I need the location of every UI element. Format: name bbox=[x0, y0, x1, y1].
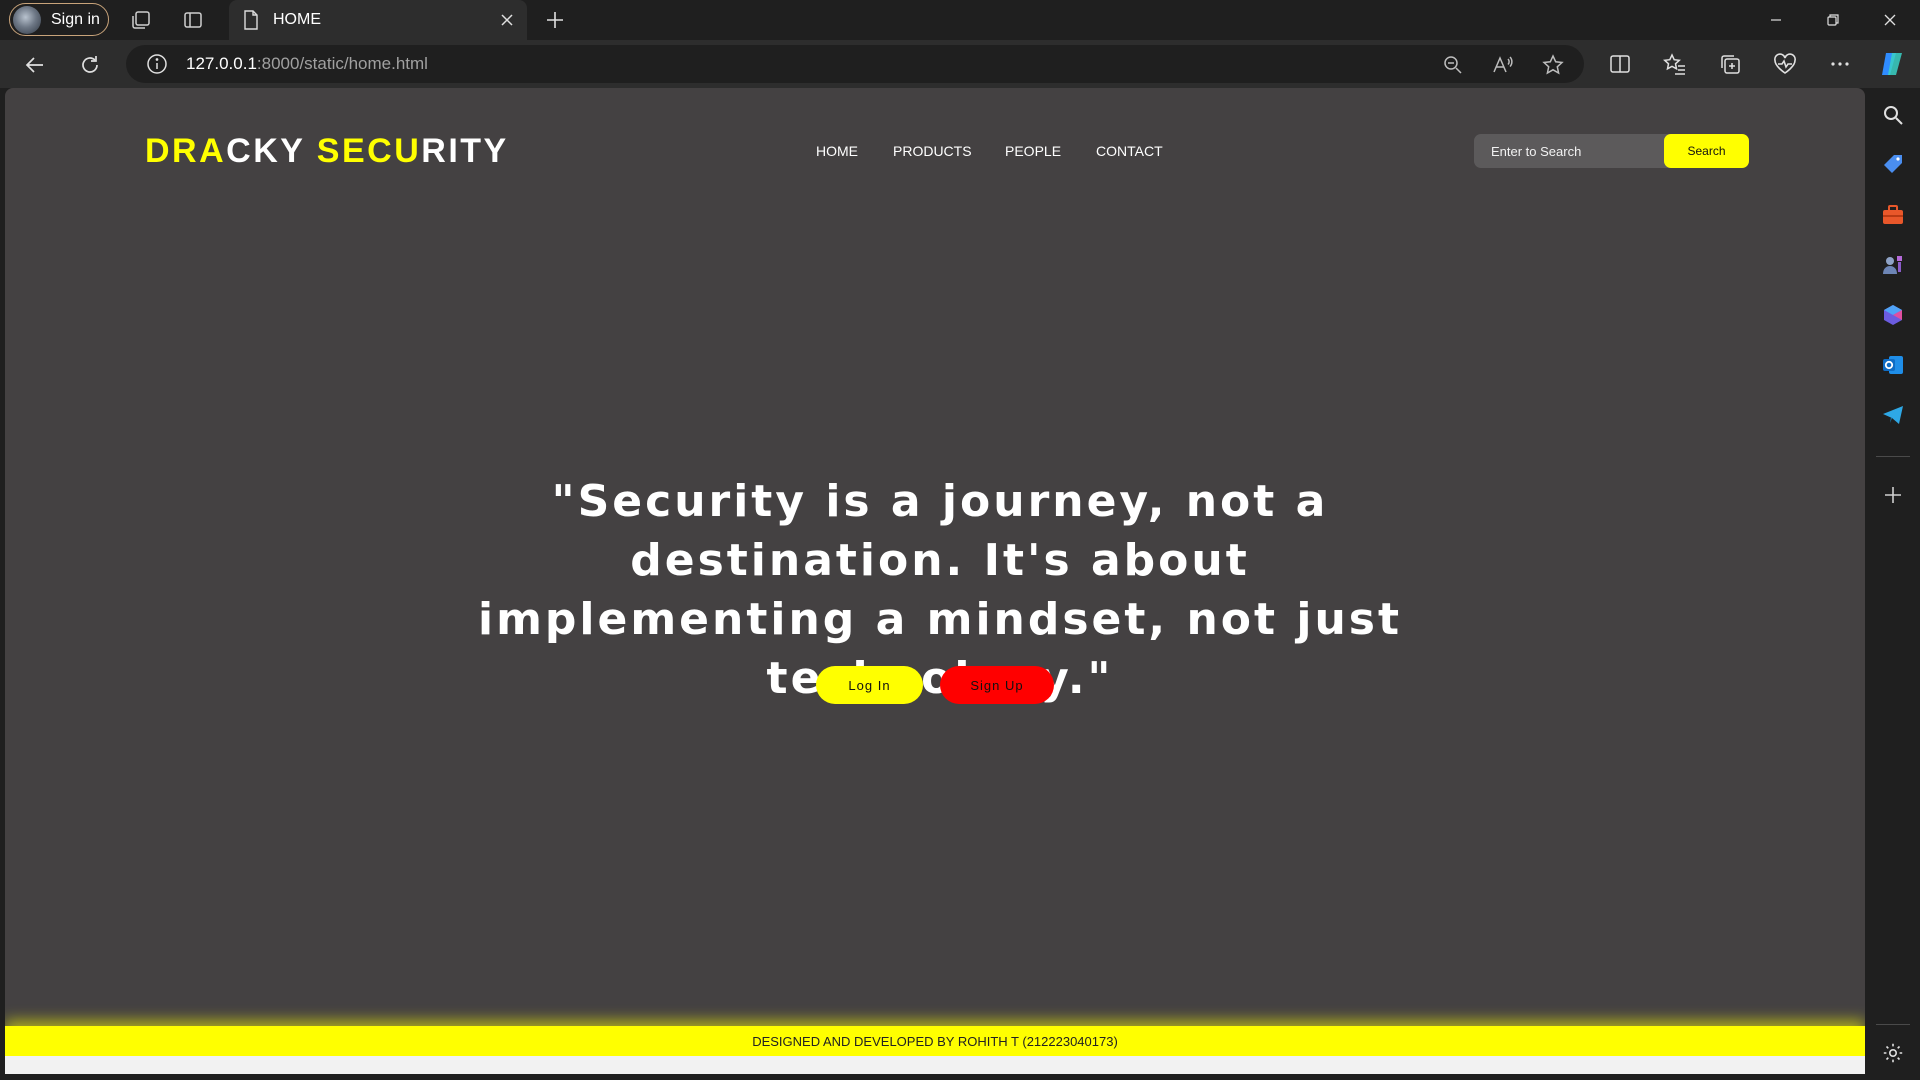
split-screen-icon[interactable] bbox=[1605, 49, 1635, 79]
favorite-star-icon[interactable] bbox=[1540, 52, 1566, 78]
read-aloud-icon[interactable] bbox=[1490, 52, 1516, 78]
site-info-icon[interactable] bbox=[146, 53, 168, 75]
new-tab-icon[interactable] bbox=[543, 8, 567, 32]
logo-part-3: SECU bbox=[316, 132, 422, 170]
outlook-icon[interactable] bbox=[1880, 352, 1906, 378]
search-box: Search bbox=[1474, 134, 1749, 168]
workspaces-icon[interactable] bbox=[129, 8, 153, 32]
web-page: DRACKY SECURITY HOME PRODUCTS PEOPLE CON… bbox=[5, 88, 1865, 1074]
site-logo[interactable]: DRACKY SECURITY bbox=[145, 132, 509, 171]
logo-part-2: CKY bbox=[226, 132, 317, 170]
sidebar-search-icon[interactable] bbox=[1880, 102, 1906, 128]
nav-contact[interactable]: CONTACT bbox=[1096, 143, 1163, 159]
sidebar-divider bbox=[1876, 456, 1910, 457]
collections-icon[interactable] bbox=[1715, 49, 1745, 79]
tab-home[interactable]: HOME bbox=[229, 0, 527, 40]
hero-quote: "Security is a journey, not a destinatio… bbox=[477, 476, 1402, 704]
url-text: 127.0.0.1:8000/static/home.html bbox=[186, 54, 428, 74]
browser-essentials-icon[interactable] bbox=[1770, 49, 1800, 79]
favorites-icon[interactable] bbox=[1660, 49, 1690, 79]
restore-icon[interactable] bbox=[1805, 0, 1861, 40]
nav-people[interactable]: PEOPLE bbox=[1005, 143, 1061, 159]
microsoft-365-icon[interactable] bbox=[1880, 302, 1906, 328]
shopping-tag-icon[interactable] bbox=[1880, 152, 1906, 178]
tab-actions-icon[interactable] bbox=[181, 8, 205, 32]
edge-sidebar bbox=[1866, 88, 1920, 1080]
send-telegram-icon[interactable] bbox=[1880, 402, 1906, 428]
zoom-out-icon[interactable] bbox=[1440, 52, 1466, 78]
refresh-icon[interactable] bbox=[75, 50, 105, 80]
browser-tab-bar: Sign in HOME bbox=[0, 0, 1920, 40]
search-button[interactable]: Search bbox=[1664, 134, 1749, 168]
url-host: 127.0.0.1 bbox=[186, 54, 257, 73]
page-bottom-strip bbox=[5, 1056, 1865, 1074]
address-bar[interactable]: 127.0.0.1:8000/static/home.html bbox=[126, 45, 1584, 83]
page-icon bbox=[244, 10, 258, 30]
signup-button[interactable]: Sign Up bbox=[940, 666, 1054, 704]
tools-briefcase-icon[interactable] bbox=[1880, 202, 1906, 228]
close-window-icon[interactable] bbox=[1862, 0, 1918, 40]
logo-part-4: RITY bbox=[421, 132, 509, 170]
profile-avatar bbox=[13, 5, 41, 34]
sidebar-divider-bottom bbox=[1876, 1024, 1910, 1025]
add-sidebar-app-icon[interactable] bbox=[1880, 482, 1906, 508]
more-options-icon[interactable] bbox=[1825, 49, 1855, 79]
tab-title: HOME bbox=[273, 11, 321, 28]
profile-label: Sign in bbox=[51, 10, 100, 28]
search-input[interactable] bbox=[1474, 134, 1664, 168]
footer-credit: DESIGNED AND DEVELOPED BY ROHITH T (2122… bbox=[752, 1033, 1118, 1049]
browser-toolbar: 127.0.0.1:8000/static/home.html bbox=[0, 40, 1920, 88]
logo-part-1: DRA bbox=[145, 132, 227, 170]
sidebar-settings-gear-icon[interactable] bbox=[1880, 1040, 1906, 1066]
copilot-icon[interactable] bbox=[1878, 49, 1908, 79]
close-tab-icon[interactable] bbox=[495, 8, 519, 32]
minimize-icon[interactable] bbox=[1748, 0, 1804, 40]
login-button[interactable]: Log In bbox=[816, 666, 923, 704]
nav-home[interactable]: HOME bbox=[816, 143, 858, 159]
back-icon[interactable] bbox=[20, 50, 50, 80]
url-path: :8000/static/home.html bbox=[256, 54, 428, 73]
profile-button[interactable]: Sign in bbox=[9, 3, 109, 36]
site-footer: DESIGNED AND DEVELOPED BY ROHITH T (2122… bbox=[5, 1026, 1865, 1056]
nav-products[interactable]: PRODUCTS bbox=[893, 143, 972, 159]
games-icon[interactable] bbox=[1880, 252, 1906, 278]
